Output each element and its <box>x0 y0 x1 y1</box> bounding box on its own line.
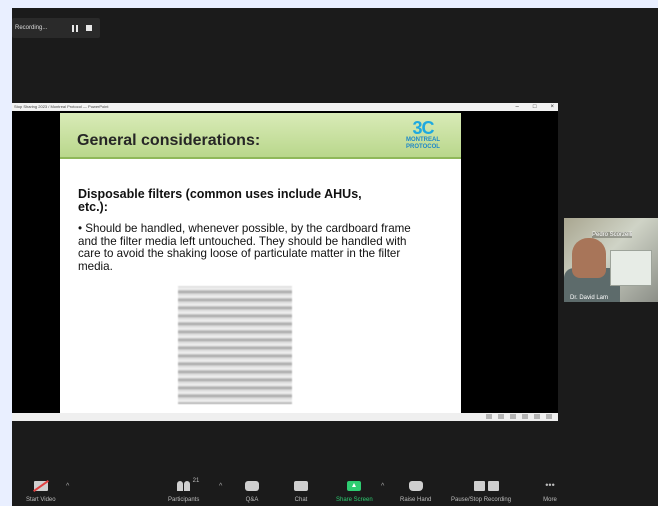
slide-sorter-icon[interactable] <box>498 414 504 419</box>
slide-title: General considerations: <box>77 132 261 149</box>
zoom-icon[interactable] <box>534 414 540 419</box>
raise-hand-button[interactable]: Raise Hand <box>400 481 431 503</box>
slideshow-icon[interactable] <box>522 414 528 419</box>
background-equipment <box>610 250 652 286</box>
recording-indicator: Recording... <box>12 18 100 38</box>
fit-icon[interactable] <box>546 414 552 419</box>
shared-screen: Stop Sharing 2023 / Montreal Protocol — … <box>12 103 558 421</box>
participants-label: Participants <box>168 497 200 503</box>
powerpoint-window-title: Stop Sharing 2023 / Montreal Protocol — … <box>14 104 109 109</box>
chat-button[interactable]: Chat <box>294 481 308 503</box>
pause-stop-label: Pause/Stop Recording <box>451 497 512 503</box>
thumb-top-name: Pedro Scorzelli <box>592 232 633 238</box>
share-screen-button[interactable]: Share Screen <box>336 481 373 503</box>
montreal-protocol-logo: 3C MONTREAL PROTOCOL <box>393 119 453 153</box>
participants-count: 21 <box>192 478 200 484</box>
start-video-label: Start Video <box>26 497 56 503</box>
raise-hand-label: Raise Hand <box>400 497 432 503</box>
close-button[interactable]: × <box>550 103 554 111</box>
chat-label: Chat <box>294 497 308 503</box>
more-button[interactable]: ••• More <box>543 480 557 504</box>
logo-line1: MONTREAL <box>406 137 440 143</box>
qa-icon <box>245 481 259 491</box>
start-video-button[interactable]: Start Video <box>26 481 56 503</box>
pause-recording-icon[interactable] <box>72 24 78 32</box>
video-off-icon <box>33 481 48 491</box>
slide-bullet: • Should be handled, whenever possible, … <box>78 222 411 273</box>
slide-header: General considerations: 3C MONTREAL PROT… <box>60 113 461 159</box>
normal-view-icon[interactable] <box>486 414 492 419</box>
pause-stop-icon <box>474 481 500 491</box>
powerpoint-titlebar: Stop Sharing 2023 / Montreal Protocol — … <box>12 103 558 111</box>
more-label: More <box>543 497 557 503</box>
participants-icon: 21 <box>176 478 199 491</box>
participants-options-caret[interactable]: ^ <box>219 483 222 490</box>
share-options-caret[interactable]: ^ <box>381 483 384 490</box>
logo-line2: PROTOCOL <box>406 144 440 150</box>
qa-button[interactable]: Q&A <box>245 481 259 503</box>
minimize-button[interactable]: – <box>516 103 519 111</box>
participants-button[interactable]: 21 Participants <box>168 478 200 503</box>
meeting-toolbar: Start Video ^ 21 Participants ^ Q&A Chat… <box>12 463 658 506</box>
meeting-window: Recording... Stop Sharing 2023 / Montrea… <box>12 8 658 506</box>
stop-recording-icon[interactable] <box>86 24 92 31</box>
thumb-participant-name: Dr. David Lam <box>570 295 609 301</box>
qa-label: Q&A <box>245 497 259 503</box>
logo-mark: 3C <box>412 118 434 138</box>
share-screen-label: Share Screen <box>336 497 373 503</box>
filter-image <box>178 286 292 404</box>
pause-stop-recording-button[interactable]: Pause/Stop Recording <box>451 481 511 503</box>
more-icon: ••• <box>545 480 555 490</box>
participant-person <box>572 238 606 278</box>
video-options-caret[interactable]: ^ <box>66 483 69 490</box>
reading-view-icon[interactable] <box>510 414 516 419</box>
participant-video-thumbnail[interactable]: Pedro Scorzelli Dr. David Lam <box>564 218 658 302</box>
recording-label: Recording... <box>15 25 48 31</box>
chat-icon <box>294 481 308 491</box>
raise-hand-icon <box>408 481 423 491</box>
slide-heading: Disposable filters (common uses include … <box>78 187 362 214</box>
powerpoint-statusbar <box>12 413 558 421</box>
share-screen-icon <box>347 481 362 491</box>
maximize-button[interactable]: □ <box>533 103 537 111</box>
presentation-slide: General considerations: 3C MONTREAL PROT… <box>60 113 461 413</box>
